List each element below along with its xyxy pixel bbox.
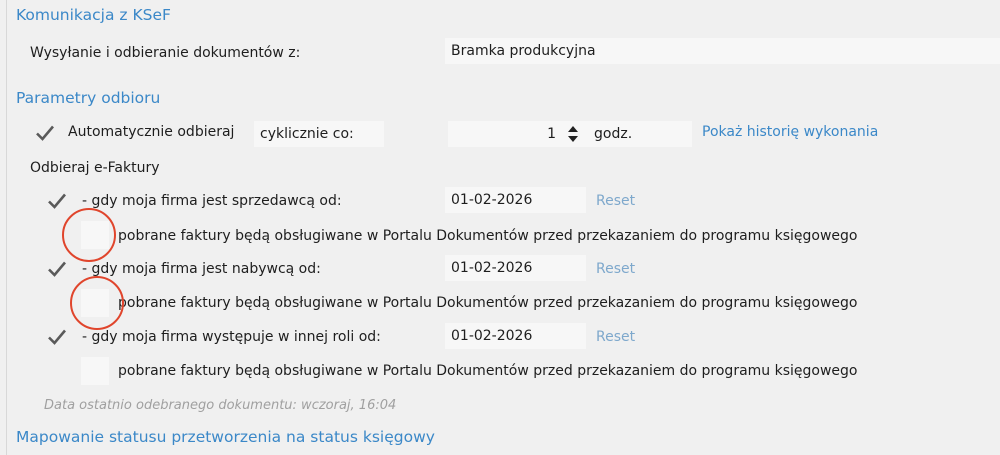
sending-gateway-select[interactable]: Bramka produkcyjna <box>445 38 1000 64</box>
checkmark-icon <box>48 261 66 277</box>
sending-label: Wysyłanie i odbieranie dokumentów z: <box>30 45 301 61</box>
buyer-date-input[interactable]: 01-02-2026 <box>445 255 586 281</box>
other-role-date-value: 01-02-2026 <box>451 328 533 344</box>
seller-reset-link[interactable]: Reset <box>596 193 635 209</box>
buyer-date-value: 01-02-2026 <box>451 260 533 276</box>
section-status-mapping-title: Mapowanie statusu przetworzenia na statu… <box>16 428 435 446</box>
buyer-reset-link[interactable]: Reset <box>596 261 635 277</box>
sending-gateway-value: Bramka produkcyjna <box>451 43 596 59</box>
interval-unit-select[interactable]: godz. <box>588 121 692 147</box>
left-border <box>6 0 7 455</box>
seller-label: - gdy moja firma jest sprzedawcą od: <box>82 193 342 209</box>
interval-stepper[interactable]: 1 <box>448 121 588 147</box>
auto-receive-checkbox[interactable] <box>34 122 56 144</box>
other-role-reset-link[interactable]: Reset <box>596 329 635 345</box>
stepper-arrows-icon[interactable] <box>566 123 580 145</box>
checkmark-icon <box>48 193 66 209</box>
seller-portal-label: pobrane faktury będą obsługiwane w Porta… <box>118 228 858 244</box>
section-receive-params-title: Parametry odbioru <box>16 89 161 107</box>
seller-date-input[interactable]: 01-02-2026 <box>445 187 586 213</box>
interval-value: 1 <box>547 126 556 142</box>
buyer-checkbox[interactable] <box>46 258 68 280</box>
invoices-header: Odbieraj e-Faktury <box>30 160 160 176</box>
other-role-portal-label: pobrane faktury będą obsługiwane w Porta… <box>118 363 858 379</box>
other-role-checkbox[interactable] <box>46 326 68 348</box>
seller-checkbox[interactable] <box>46 190 68 212</box>
receive-mode-select[interactable]: cyklicznie co: <box>254 121 384 147</box>
last-document-date: Data ostatnio odebranego dokumentu: wczo… <box>44 398 397 413</box>
auto-receive-label: Automatycznie odbieraj <box>68 124 235 140</box>
checkmark-icon <box>36 125 54 141</box>
annotation-circle <box>62 208 116 262</box>
buyer-label: - gdy moja firma jest nabywcą od: <box>82 261 321 277</box>
show-history-link[interactable]: Pokaż historię wykonania <box>702 124 878 140</box>
seller-date-value: 01-02-2026 <box>451 192 533 208</box>
checkmark-icon <box>48 329 66 345</box>
other-role-label: - gdy moja firma występuje w innej roli … <box>82 329 381 345</box>
receive-mode-value: cyklicznie co: <box>260 126 354 142</box>
other-role-portal-checkbox[interactable] <box>81 357 109 385</box>
interval-unit-value: godz. <box>594 126 633 142</box>
buyer-portal-label: pobrane faktury będą obsługiwane w Porta… <box>118 295 858 311</box>
section-ksef-title: Komunikacja z KSeF <box>16 6 171 24</box>
other-role-date-input[interactable]: 01-02-2026 <box>445 323 586 349</box>
annotation-circle <box>70 276 124 330</box>
